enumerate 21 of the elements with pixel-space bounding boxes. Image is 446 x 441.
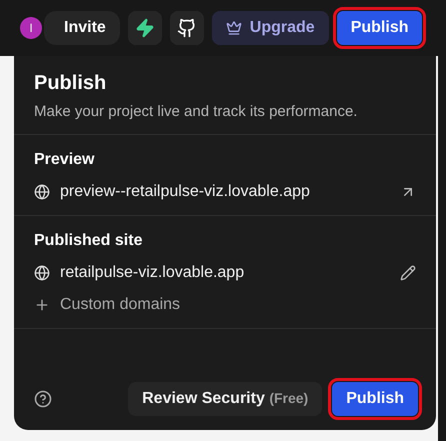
site-link[interactable]: retailpulse-viz.lovable.app bbox=[60, 264, 390, 282]
lightning-icon[interactable] bbox=[128, 11, 162, 45]
panel-subtitle: Make your project live and track its performance. bbox=[34, 103, 358, 120]
globe-icon bbox=[34, 265, 50, 281]
crown-icon bbox=[226, 20, 242, 36]
upgrade-button[interactable]: Upgrade bbox=[212, 11, 329, 45]
help-icon[interactable] bbox=[34, 390, 52, 408]
publish-button[interactable]: Publish bbox=[336, 11, 422, 45]
section-heading: Preview bbox=[34, 151, 96, 169]
review-security-button[interactable]: Review Security (Free) bbox=[128, 382, 322, 416]
plus-icon[interactable] bbox=[34, 297, 50, 313]
custom-domains-link[interactable]: Custom domains bbox=[60, 296, 180, 314]
panel-title: Publish bbox=[34, 72, 108, 95]
preview-link[interactable]: preview--retailpulse-viz.lovable.app bbox=[60, 183, 390, 201]
edit-icon[interactable] bbox=[400, 265, 416, 281]
user-avatar[interactable]: I bbox=[20, 17, 42, 39]
globe-icon bbox=[34, 184, 50, 200]
publish-button[interactable]: Publish bbox=[332, 382, 418, 416]
github-icon[interactable] bbox=[170, 11, 204, 45]
section-heading: Published site bbox=[34, 232, 144, 250]
invite-button[interactable]: Invite bbox=[44, 11, 120, 45]
